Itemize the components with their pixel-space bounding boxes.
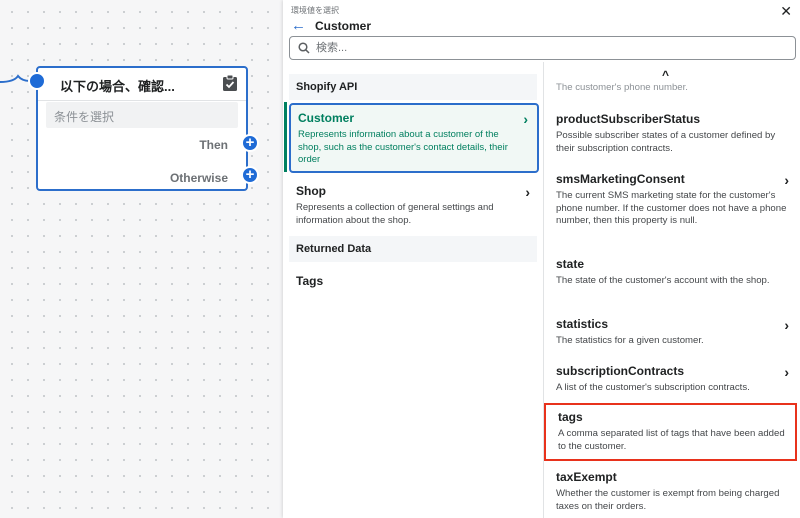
chevron-right-icon: › xyxy=(523,111,528,127)
condition-select-placeholder: 条件を選択 xyxy=(54,110,115,124)
environment-value-panel: 環境値を選択 ✕ ← Customer Shopify API Customer… xyxy=(283,0,800,518)
field-description-truncated: The customer's phone number. xyxy=(556,82,688,93)
field-name: productSubscriberStatus xyxy=(556,112,701,126)
field-description: The statistics for a given customer. xyxy=(556,335,704,346)
search-box[interactable] xyxy=(289,36,796,60)
field-item-statistics[interactable]: statistics The statistics for a given cu… xyxy=(544,317,800,348)
field-description: A list of the customer's subscription co… xyxy=(556,382,750,393)
field-description: The current SMS marketing state for the … xyxy=(556,190,787,226)
section-header-returned-data: Returned Data xyxy=(289,236,537,262)
arrow-left-icon[interactable]: ← xyxy=(291,17,306,34)
field-description: The state of the customer's account with… xyxy=(556,275,770,286)
chevron-right-icon: › xyxy=(784,317,789,333)
field-item-productSubscriberStatus[interactable]: productSubscriberStatus Possible subscri… xyxy=(544,112,800,155)
field-item-smsMarketingConsent[interactable]: smsMarketingConsent The current SMS mark… xyxy=(544,172,800,228)
chevron-right-icon: › xyxy=(784,172,789,188)
category-item-customer[interactable]: Customer Represents information about a … xyxy=(289,103,539,173)
node-input-connector[interactable] xyxy=(28,72,46,90)
then-plus-icon[interactable]: + xyxy=(241,134,259,152)
category-item-description: Represents a collection of general setti… xyxy=(296,202,494,226)
field-description: A comma separated list of tags that have… xyxy=(558,428,785,452)
field-name: taxExempt xyxy=(556,470,617,484)
field-list: ^ The customer's phone number. productSu… xyxy=(543,62,800,518)
selected-indicator xyxy=(284,102,287,172)
node-title: 以下の場合、確認... xyxy=(60,79,175,94)
category-item-description: Represents information about a customer … xyxy=(298,129,508,165)
field-name: statistics xyxy=(556,317,609,331)
otherwise-label: Otherwise xyxy=(169,171,228,185)
field-item-state[interactable]: state The state of the customer's accoun… xyxy=(544,257,800,288)
field-name: subscriptionContracts xyxy=(556,364,685,378)
field-description: Whether the customer is exempt from bein… xyxy=(556,488,780,512)
condition-node[interactable]: 以下の場合、確認... 条件を選択 Then Otherwise xyxy=(36,66,248,191)
otherwise-plus-icon[interactable]: + xyxy=(241,166,259,184)
category-item-shop[interactable]: Shop Represents a collection of general … xyxy=(289,178,539,234)
chevron-up-icon[interactable]: ^ xyxy=(662,68,669,82)
field-name: smsMarketingConsent xyxy=(556,172,685,186)
section-header-label: Shopify API xyxy=(296,81,358,93)
condition-select[interactable]: 条件を選択 xyxy=(46,102,238,128)
field-item-taxExempt[interactable]: taxExempt Whether the customer is exempt… xyxy=(544,470,800,513)
search-input[interactable] xyxy=(316,39,786,57)
then-label: Then xyxy=(199,138,228,152)
clipboard-check-icon[interactable] xyxy=(222,74,238,92)
node-header: 以下の場合、確認... xyxy=(38,68,246,101)
field-description: Possible subscriber states of a customer… xyxy=(556,130,776,154)
field-name: tags xyxy=(558,410,583,424)
category-item-title: Customer xyxy=(298,111,355,125)
section-header-label: Returned Data xyxy=(296,243,372,255)
section-header-shopify-api: Shopify API xyxy=(289,74,537,100)
search-icon xyxy=(298,42,310,54)
field-name: state xyxy=(556,257,585,271)
panel-title: Customer xyxy=(315,19,372,33)
category-item-title: Shop xyxy=(296,184,326,198)
returned-data-tags[interactable]: Tags xyxy=(296,274,323,288)
field-item-tags[interactable]: tags A comma separated list of tags that… xyxy=(544,403,797,461)
field-item-subscriptionContracts[interactable]: subscriptionContracts A list of the cust… xyxy=(544,364,800,395)
chevron-right-icon: › xyxy=(784,364,789,380)
chevron-right-icon: › xyxy=(525,184,530,200)
close-icon[interactable]: ✕ xyxy=(780,3,792,20)
panel-subtitle: 環境値を選択 xyxy=(291,6,339,15)
